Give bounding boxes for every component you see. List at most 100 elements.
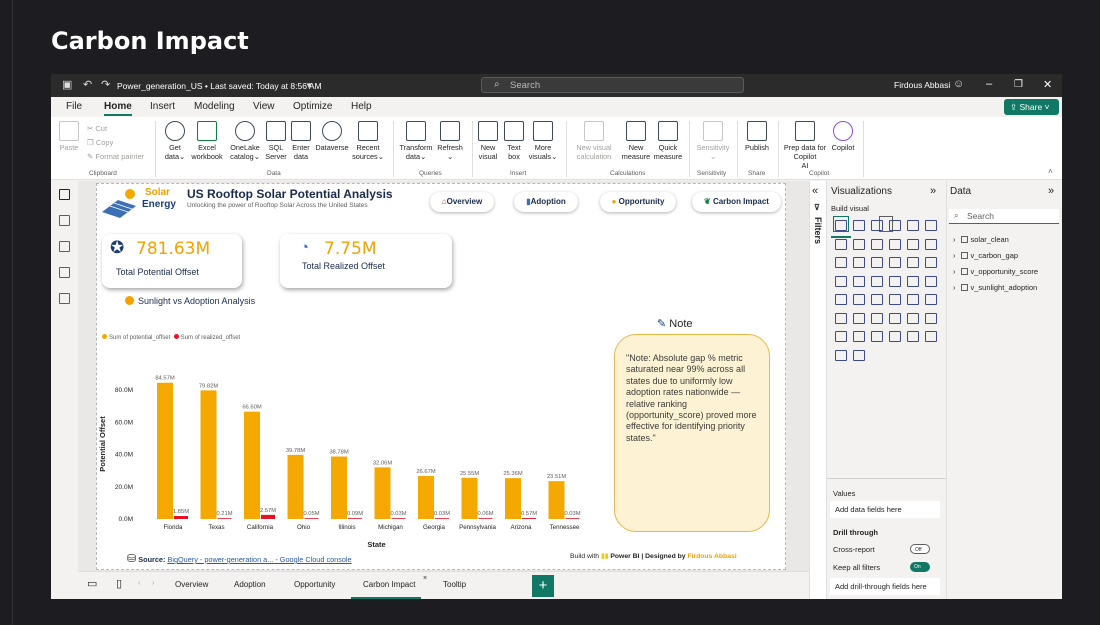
- matrix-visual-icon[interactable]: [907, 294, 919, 305]
- transform-data-button[interactable]: Transform data⌄: [397, 121, 435, 161]
- 100-bar-visual-icon[interactable]: [907, 220, 919, 231]
- refresh-button[interactable]: Refresh ⌄: [435, 121, 465, 161]
- arcgis-map-visual-icon[interactable]: [889, 275, 901, 287]
- expand-right-icon[interactable]: »: [930, 185, 936, 197]
- collapse-ribbon-icon[interactable]: ˄: [1048, 167, 1053, 176]
- table-item-v-carbon-gap[interactable]: › v_carbon_gap: [953, 251, 1018, 260]
- nav-button-overview[interactable]: ⌂Overview: [430, 192, 494, 212]
- scroll-right-icon[interactable]: ›: [152, 580, 154, 587]
- tab-tooltip[interactable]: Tooltip: [443, 580, 466, 589]
- onelake-catalog-button[interactable]: OneLake catalog⌄: [225, 121, 265, 161]
- table-item-v-opportunity-score[interactable]: › v_opportunity_score: [953, 267, 1038, 276]
- close-tab-icon[interactable]: ×: [423, 575, 427, 582]
- filled-map-visual-icon[interactable]: [853, 275, 865, 287]
- ellipsis-visual-icon[interactable]: [853, 349, 865, 361]
- kpi-visual-icon[interactable]: [853, 294, 865, 305]
- menu-help[interactable]: Help: [351, 101, 372, 112]
- r-script-visual-icon[interactable]: [925, 294, 937, 305]
- clustered-column-visual-icon[interactable]: [889, 220, 901, 231]
- tab-carbon-impact[interactable]: Carbon Impact: [363, 580, 415, 589]
- chevron-down-icon[interactable]: ▼: [305, 80, 313, 92]
- decomposition-tree-visual-icon[interactable]: [871, 312, 883, 324]
- cut-button[interactable]: ✂ Cut: [87, 124, 107, 133]
- publish-button[interactable]: Publish: [741, 121, 773, 152]
- dax-query-view-icon[interactable]: [59, 267, 70, 278]
- dataverse-button[interactable]: Dataverse: [313, 121, 351, 152]
- text-box-button[interactable]: Text box: [503, 121, 525, 161]
- new-visual-button[interactable]: New visual: [476, 121, 500, 161]
- close-icon[interactable]: ✕: [1043, 78, 1052, 91]
- narrative-visual-icon[interactable]: [907, 312, 919, 324]
- python-visual-icon[interactable]: [835, 312, 847, 324]
- table-item-solar-clean[interactable]: › solar_clean: [953, 235, 1009, 244]
- donut-visual-icon[interactable]: [907, 257, 919, 268]
- sensitivity-button[interactable]: Sensitivity ⌄: [694, 121, 732, 161]
- prep-data-copilot-button[interactable]: Prep data for Copilot AI: [781, 121, 829, 170]
- menu-view[interactable]: View: [253, 101, 275, 112]
- scatter-visual-icon[interactable]: [871, 257, 883, 268]
- sql-server-button[interactable]: SQL Server: [263, 121, 289, 161]
- key-influencers-visual-icon[interactable]: [853, 312, 865, 324]
- power-apps-visual-icon[interactable]: [835, 331, 847, 342]
- search-box[interactable]: ⌕ Search: [481, 77, 744, 93]
- slicer-visual-icon[interactable]: [871, 294, 883, 305]
- excel-workbook-button[interactable]: Excel workbook: [188, 121, 226, 161]
- metrics-visual-icon[interactable]: [871, 331, 883, 342]
- nav-button-opportunity[interactable]: ● Opportunity: [600, 192, 676, 212]
- get-data-button[interactable]: Get data⌄: [160, 121, 190, 161]
- undo-icon[interactable]: ↶: [83, 79, 92, 91]
- recent-sources-button[interactable]: Recent sources⌄: [351, 121, 385, 161]
- 100-column-visual-icon[interactable]: [925, 220, 937, 231]
- power-automate-visual-icon[interactable]: [853, 331, 865, 342]
- enter-data-button[interactable]: Enter data: [289, 121, 313, 161]
- new-measure-button[interactable]: New measure: [619, 121, 653, 161]
- card-visual-icon[interactable]: [925, 275, 937, 287]
- menu-home[interactable]: Home: [104, 101, 132, 116]
- menu-insert[interactable]: Insert: [150, 101, 175, 112]
- quick-measure-button[interactable]: Quick measure: [651, 121, 685, 161]
- stacked-bar-visual-icon[interactable]: [835, 220, 847, 231]
- save-icon[interactable]: ▣: [62, 79, 72, 91]
- azure-map-visual-icon[interactable]: [871, 275, 883, 287]
- tab-overview[interactable]: Overview: [175, 580, 208, 589]
- keep-all-filters-toggle[interactable]: On: [910, 562, 930, 572]
- area-visual-icon[interactable]: [853, 238, 865, 250]
- menu-optimize[interactable]: Optimize: [293, 101, 332, 112]
- model-view-icon[interactable]: [59, 241, 70, 252]
- stacked-area-visual-icon[interactable]: [871, 238, 883, 250]
- drill-through-field-well[interactable]: Add drill-through fields here: [830, 578, 940, 595]
- tab-adoption[interactable]: Adoption: [234, 580, 266, 589]
- tmdl-view-icon[interactable]: [59, 293, 70, 304]
- copy-button[interactable]: ❐ Copy: [87, 138, 113, 147]
- mobile-layout-icon[interactable]: ▯: [116, 577, 122, 590]
- document-title[interactable]: Power_generation_US • Last saved: Today …: [117, 81, 322, 91]
- more-visuals-visual-icon[interactable]: [889, 331, 901, 342]
- redo-icon[interactable]: ↷: [101, 79, 110, 91]
- menu-file[interactable]: File: [66, 101, 82, 112]
- copilot-button[interactable]: Copilot: [829, 121, 857, 152]
- funnel-visual-icon[interactable]: [853, 257, 865, 268]
- restore-icon[interactable]: ❐: [1014, 79, 1023, 90]
- nav-button-adoption[interactable]: ▮Adoption: [514, 192, 578, 212]
- more-visuals-button[interactable]: More visuals⌄: [527, 121, 559, 161]
- format-painter-button[interactable]: ✎ Format painter: [87, 152, 144, 161]
- paste-button[interactable]: Paste: [57, 121, 81, 152]
- clustered-bar-visual-icon[interactable]: [871, 220, 883, 231]
- data-search-input[interactable]: ⌕ Search: [949, 209, 1059, 224]
- qa-visual-icon[interactable]: [889, 312, 901, 324]
- avatar-icon[interactable]: ☺: [953, 78, 964, 90]
- new-visual-calculation-button[interactable]: New visual calculation: [570, 121, 618, 161]
- report-view-icon[interactable]: [59, 189, 70, 200]
- table-item-v-sunlight-adoption[interactable]: › v_sunlight_adoption: [953, 283, 1037, 292]
- waterfall-visual-icon[interactable]: [835, 257, 847, 268]
- add-page-button[interactable]: +: [532, 575, 554, 597]
- source-link[interactable]: BigQuery - power-generation a... - Googl…: [167, 555, 351, 564]
- table-visual-icon[interactable]: [889, 294, 901, 305]
- paginated-report-visual-icon[interactable]: [925, 312, 937, 324]
- expand-right-icon[interactable]: »: [1048, 185, 1054, 197]
- values-field-well[interactable]: Add data fields here: [830, 501, 940, 518]
- visual-11-visual-icon[interactable]: [907, 331, 919, 342]
- user-name[interactable]: Firdous Abbasi: [894, 80, 950, 90]
- treemap-visual-icon[interactable]: [925, 257, 937, 268]
- share-button[interactable]: ⇪ Share ˅: [1004, 99, 1059, 115]
